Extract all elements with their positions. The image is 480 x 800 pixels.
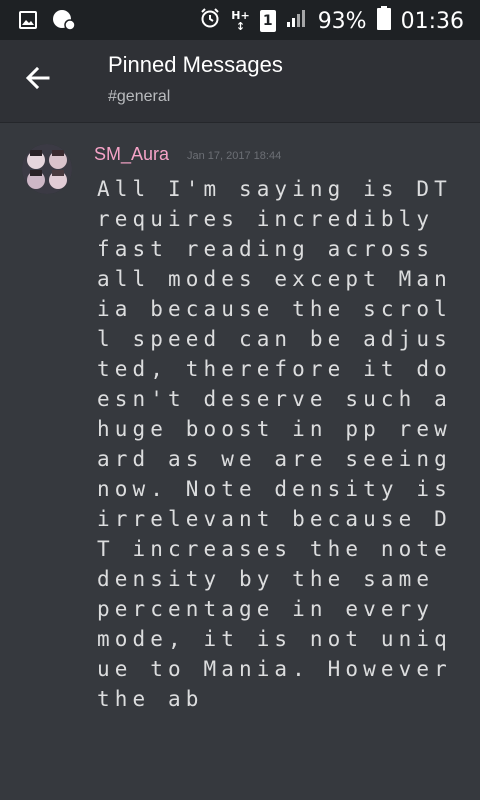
- message-content: All I'm saying is DT requires incredibly…: [97, 177, 470, 711]
- back-button[interactable]: [18, 60, 58, 100]
- alarm-icon: [199, 7, 221, 35]
- channel-name: #general: [108, 88, 171, 105]
- sim-1-icon: 1: [259, 10, 276, 32]
- battery-percent: 93%: [317, 8, 367, 34]
- network-type-icon: H+ ↕: [231, 9, 250, 33]
- status-right-icons: H+ ↕ 1 93% 01:36: [199, 6, 464, 36]
- clock: 01:36: [400, 8, 464, 34]
- message-author[interactable]: SM_Aura: [94, 144, 169, 165]
- app-toolbar: Pinned Messages #general: [0, 40, 480, 123]
- avatar[interactable]: [22, 144, 72, 194]
- message-timestamp: Jan 17, 2017 18:44: [187, 150, 282, 162]
- pinned-message[interactable]: SM_Aura Jan 17, 2017 18:44 All I'm sayin…: [0, 122, 480, 800]
- image-icon: [18, 10, 38, 34]
- page-title: Pinned Messages: [108, 52, 283, 77]
- back-arrow-icon: [24, 64, 52, 96]
- status-left-icons: [18, 8, 76, 36]
- signal-icon: [286, 8, 308, 34]
- battery-icon: [376, 6, 391, 36]
- status-bar: H+ ↕ 1 93% 01:36: [0, 0, 480, 40]
- notification-icon: [52, 8, 76, 36]
